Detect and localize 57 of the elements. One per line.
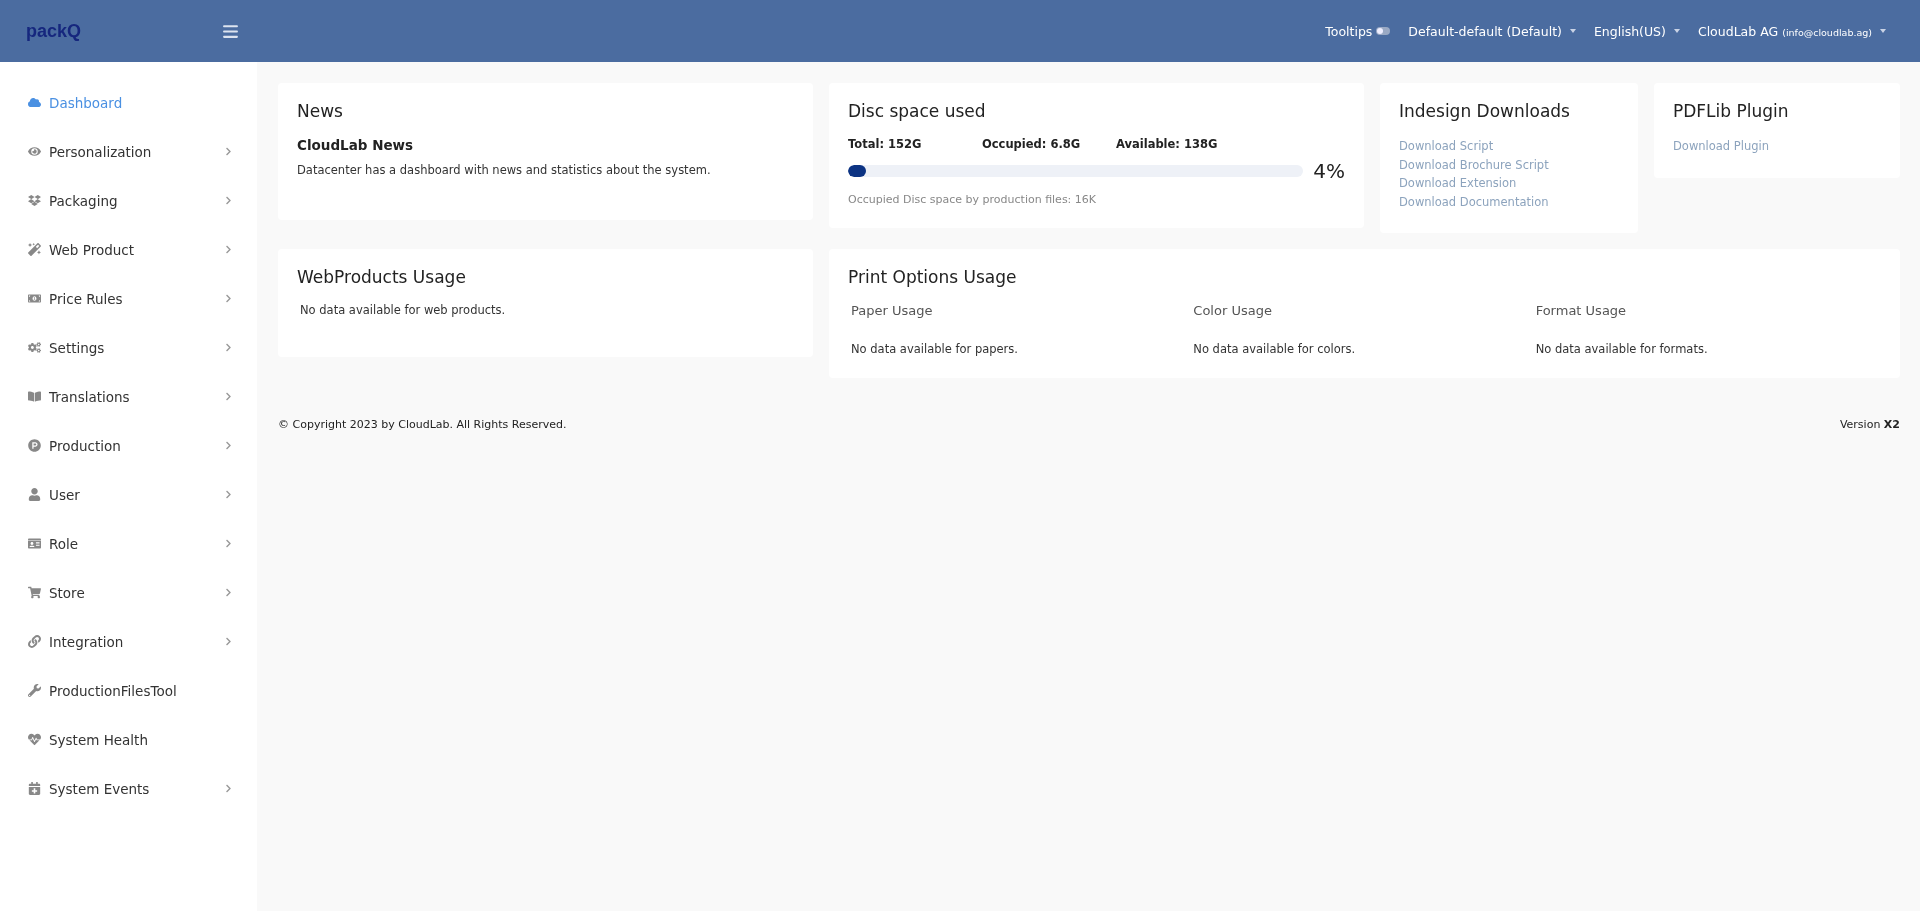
sidebar-item[interactable]: Translations <box>0 372 257 421</box>
empty-message: No data available for colors. <box>1193 342 1357 356</box>
card-title: WebProducts Usage <box>297 267 467 287</box>
card-title: Indesign Downloads <box>1399 101 1571 121</box>
header-dropdown[interactable]: Default-default (Default) <box>1408 23 1576 39</box>
sidebar-item[interactable]: System Health <box>0 715 257 764</box>
header-dropdown[interactable]: English(US) <box>1593 23 1680 39</box>
book-icon <box>28 390 41 403</box>
card-title: Print Options Usage <box>848 267 1018 287</box>
box-icon <box>28 194 41 207</box>
header-dropdown[interactable]: CloudLab AG (info@cloudlab.ag) <box>1697 23 1886 39</box>
heartbeat-icon <box>28 733 41 746</box>
sidebar-item[interactable]: Personalization <box>0 127 257 176</box>
gears-icon <box>28 341 41 354</box>
logo: packQ <box>26 20 83 42</box>
sidebar-item[interactable]: ProductionFilesTool <box>0 666 257 715</box>
tooltips-label: Tooltips <box>1325 23 1373 39</box>
version-text: Version X2 <box>1839 418 1900 431</box>
disc-stat: Available: 138G <box>1116 137 1219 151</box>
banknote-icon <box>28 292 41 305</box>
cloud-icon <box>28 96 41 109</box>
id-card-icon <box>28 537 41 550</box>
percent-value: 4% <box>1313 159 1345 183</box>
wrench-icon <box>28 684 41 697</box>
card-title: News <box>297 101 344 121</box>
sidebar-item[interactable]: Store <box>0 568 257 617</box>
sidebar-item[interactable]: System Events <box>0 764 257 813</box>
sidebar-item[interactable]: User <box>0 470 257 519</box>
disc-note: Occupied Disc space by production files: 16K <box>848 193 1098 206</box>
disc-stat: Occupied: 6.8G <box>982 137 1082 151</box>
link-icon <box>28 635 41 648</box>
copyright-text: © Copyright 2023 by CloudLab. All Rights Reserved. <box>278 418 567 431</box>
news-heading: CloudLab News <box>297 137 415 153</box>
empty-message: No data available for web products. <box>299 303 507 317</box>
empty-message: No data available for papers. <box>851 342 1019 356</box>
card-title: Disc space used <box>848 101 987 121</box>
sidebar-item[interactable]: Production <box>0 421 257 470</box>
column-heading: Format Usage <box>1535 303 1628 318</box>
wand-icon <box>28 243 41 256</box>
sidebar-item[interactable]: Integration <box>0 617 257 666</box>
calendar-plus-icon <box>28 782 41 795</box>
disc-stat: Total: 152G <box>848 137 923 151</box>
column-heading: Color Usage <box>1193 303 1273 318</box>
cart-icon <box>28 586 41 599</box>
tooltips-toggle[interactable] <box>1376 27 1391 35</box>
empty-message: No data available for formats. <box>1535 342 1709 356</box>
menu-icon[interactable] <box>222 22 239 40</box>
sidebar-item[interactable]: Price Rules <box>0 274 257 323</box>
user-icon <box>28 488 41 501</box>
sidebar-item[interactable]: Settings <box>0 323 257 372</box>
sidebar-item[interactable]: Role <box>0 519 257 568</box>
sidebar-item[interactable]: Packaging <box>0 176 257 225</box>
eye-icon <box>28 145 41 158</box>
sidebar-item[interactable]: Web Product <box>0 225 257 274</box>
card-title: PDFLib Plugin <box>1673 101 1790 121</box>
column-heading: Paper Usage <box>851 303 934 318</box>
news-text: Datacenter has a dashboard with news and statistics about the system. <box>297 163 712 177</box>
